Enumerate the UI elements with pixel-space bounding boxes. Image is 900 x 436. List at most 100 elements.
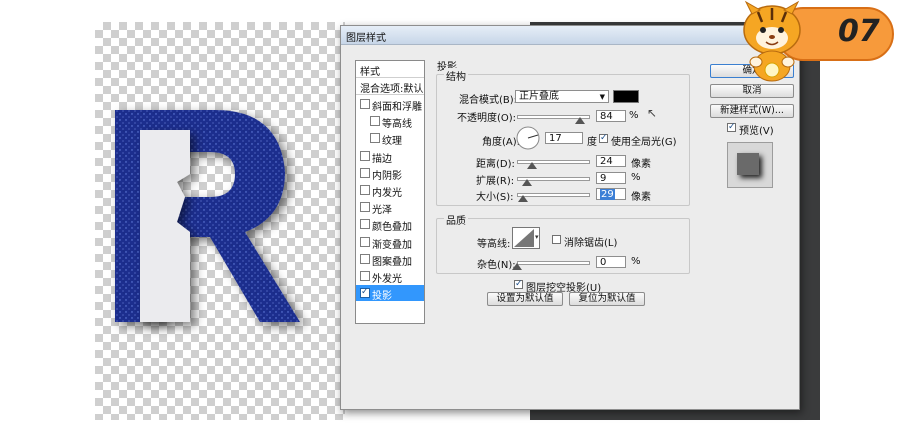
style-item-label: 投影 (372, 291, 392, 303)
size-label: 大小(S): (476, 192, 514, 203)
contour-label: 等高线: (477, 239, 511, 250)
style-item-label: 内发光 (372, 188, 402, 199)
size-slider-thumb[interactable] (518, 195, 528, 202)
style-item-label: 光泽 (372, 205, 392, 217)
style-item[interactable]: 内阴影 (356, 165, 424, 182)
blending-options-label: 混合选项:默认 (360, 84, 424, 95)
opacity-input[interactable]: 84 (596, 110, 626, 122)
cancel-button[interactable]: 取消 (710, 84, 794, 98)
style-item-checkbox[interactable] (360, 253, 370, 264)
noise-slider-thumb[interactable] (512, 263, 522, 270)
angle-dial[interactable] (515, 125, 541, 151)
angle-unit: 度 (587, 137, 597, 148)
dialog-title: 图层样式 (346, 33, 386, 44)
noise-unit: % (631, 256, 641, 267)
checkmark-icon: ✓ (515, 279, 523, 289)
global-light-label: 使用全局光(G) (611, 137, 677, 148)
style-item-label: 内阴影 (372, 170, 402, 182)
distance-unit: 像素 (631, 159, 651, 170)
style-item-label: 描边 (372, 153, 392, 165)
checkmark-icon: ✓ (361, 287, 369, 298)
style-item-label: 斜面和浮雕 (372, 102, 422, 113)
style-item-checkbox[interactable] (360, 185, 370, 195)
opacity-slider-thumb[interactable] (575, 117, 585, 124)
style-item-checkbox[interactable] (360, 236, 370, 247)
new-style-button[interactable]: 新建样式(W)... (710, 104, 794, 118)
style-item[interactable]: 外发光 (356, 268, 424, 285)
angle-input[interactable]: 17 (545, 132, 583, 144)
quality-title: 品质 (444, 212, 468, 227)
blend-mode-label: 混合模式(B): (459, 95, 518, 106)
style-item[interactable]: 等高线 (356, 113, 424, 131)
style-item[interactable]: 颜色叠加 (356, 216, 424, 234)
shadow-color-swatch[interactable] (613, 90, 639, 103)
blending-options-item[interactable]: 混合选项:默认 (356, 78, 424, 95)
opacity-unit: % (629, 110, 639, 121)
style-item-checkbox[interactable] (360, 202, 370, 213)
reset-default-button[interactable]: 复位为默认值 (569, 292, 645, 306)
opacity-label: 不透明度(O): (457, 113, 517, 124)
blend-mode-value: 正片叠底 (519, 91, 559, 102)
style-item[interactable]: 描边 (356, 148, 424, 165)
style-item-checkbox[interactable] (370, 116, 380, 127)
blend-mode-select[interactable]: 正片叠底 ▼ (515, 90, 609, 103)
svg-text:▾: ▾ (535, 233, 539, 241)
global-light-checkbox[interactable]: ✓ (599, 133, 608, 143)
style-item-checkbox[interactable] (360, 167, 370, 178)
preview-checkbox[interactable]: ✓ (727, 122, 736, 132)
style-list-header[interactable]: 样式 (356, 61, 424, 78)
quality-group (436, 218, 690, 274)
style-item-checkbox[interactable] (370, 133, 380, 144)
tiger-mascot-icon (743, 0, 801, 82)
style-item[interactable]: 图案叠加 (356, 251, 424, 268)
size-unit: 像素 (631, 192, 651, 203)
style-item-checkbox[interactable] (360, 219, 370, 230)
style-item-label: 等高线 (382, 119, 412, 131)
spread-unit: % (631, 172, 641, 183)
set-default-button[interactable]: 设置为默认值 (487, 292, 563, 306)
noise-slider-track[interactable] (517, 261, 590, 265)
letter-artwork (115, 110, 300, 322)
style-item[interactable]: 内发光 (356, 182, 424, 199)
spread-input[interactable]: 9 (596, 172, 626, 184)
preview-label: 预览(V) (739, 126, 774, 137)
style-item-label: 外发光 (372, 274, 402, 285)
layer-style-dialog: 图层样式 样式 混合选项:默认 斜面和浮雕等高线纹理描边内阴影内发光光泽颜色叠加… (340, 25, 800, 410)
anti-alias-checkbox[interactable] (552, 235, 561, 244)
checkmark-icon: ✓ (728, 122, 736, 132)
distance-input[interactable]: 24 (596, 155, 626, 167)
step-number: 07 (838, 14, 880, 49)
mouse-cursor-icon: ↖ (647, 106, 658, 120)
size-input[interactable]: 29 (596, 188, 626, 200)
style-item-checkbox[interactable] (360, 150, 370, 161)
spread-label: 扩展(R): (476, 176, 515, 187)
style-item[interactable]: 渐变叠加 (356, 234, 424, 251)
style-preview-thumbnail (727, 142, 773, 188)
size-value: 29 (600, 189, 615, 200)
structure-title: 结构 (444, 68, 468, 83)
preview-square (737, 153, 759, 175)
chevron-down-icon: ▼ (599, 93, 605, 101)
style-item[interactable]: 斜面和浮雕 (356, 96, 424, 113)
style-item[interactable]: ✓ 投影 (356, 285, 424, 303)
style-item-label: 纹理 (382, 136, 402, 148)
style-item-checkbox[interactable] (360, 271, 370, 281)
style-list: 样式 混合选项:默认 斜面和浮雕等高线纹理描边内阴影内发光光泽颜色叠加渐变叠加图… (355, 60, 425, 324)
distance-label: 距离(D): (476, 159, 515, 170)
style-item[interactable]: 纹理 (356, 130, 424, 148)
contour-picker[interactable]: ▾ (512, 227, 540, 249)
dialog-titlebar[interactable]: 图层样式 (341, 26, 799, 45)
style-item-label: 颜色叠加 (372, 222, 412, 234)
checkmark-icon: ✓ (600, 133, 608, 143)
spread-slider-thumb[interactable] (522, 179, 532, 186)
noise-label: 杂色(N): (477, 260, 516, 271)
distance-slider-thumb[interactable] (527, 162, 537, 169)
style-item-checkbox[interactable] (360, 99, 370, 109)
style-list-header-label: 样式 (360, 67, 380, 78)
noise-input[interactable]: 0 (596, 256, 626, 268)
style-item[interactable]: 光泽 (356, 199, 424, 217)
style-item-label: 渐变叠加 (372, 239, 412, 251)
style-item-label: 图案叠加 (372, 256, 412, 268)
style-item-checkbox[interactable]: ✓ (360, 287, 370, 299)
knockout-checkbox[interactable]: ✓ (514, 279, 523, 289)
